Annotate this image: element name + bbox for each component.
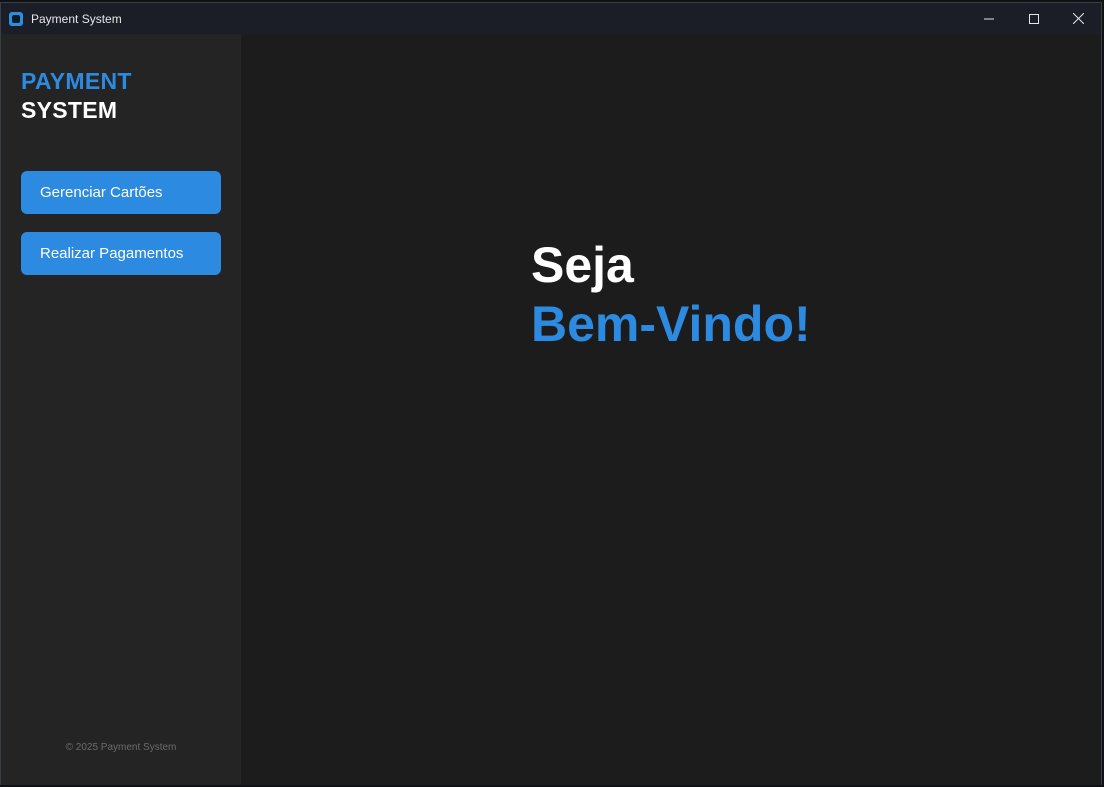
window-title: Payment System <box>31 11 122 26</box>
brand-logo: PAYMENT SYSTEM <box>21 67 132 125</box>
minimize-icon <box>983 18 994 19</box>
title-bar[interactable]: Payment System <box>1 3 1101 34</box>
welcome-heading: Seja Bem-Vindo! <box>531 236 811 354</box>
brand-line-1: PAYMENT <box>21 68 132 94</box>
app-icon <box>9 11 23 26</box>
welcome-line-2: Bem-Vindo! <box>531 296 811 352</box>
sidebar: PAYMENT SYSTEM Gerenciar Cartões Realiza… <box>1 34 241 785</box>
manage-cards-button[interactable]: Gerenciar Cartões <box>21 171 221 214</box>
close-icon <box>1073 13 1084 24</box>
app-window: Payment System PAYMENT SYSTEM Gerenciar … <box>0 2 1102 785</box>
main-content: Seja Bem-Vindo! <box>241 34 1101 785</box>
window-controls <box>966 3 1101 34</box>
welcome-line-1: Seja <box>531 237 634 293</box>
minimize-button[interactable] <box>966 3 1011 34</box>
close-button[interactable] <box>1056 3 1101 34</box>
maximize-icon <box>1028 13 1039 24</box>
maximize-button[interactable] <box>1011 3 1056 34</box>
make-payments-button[interactable]: Realizar Pagamentos <box>21 232 221 275</box>
sidebar-footer: © 2025 Payment System <box>65 742 177 753</box>
brand-line-2: SYSTEM <box>21 97 118 123</box>
